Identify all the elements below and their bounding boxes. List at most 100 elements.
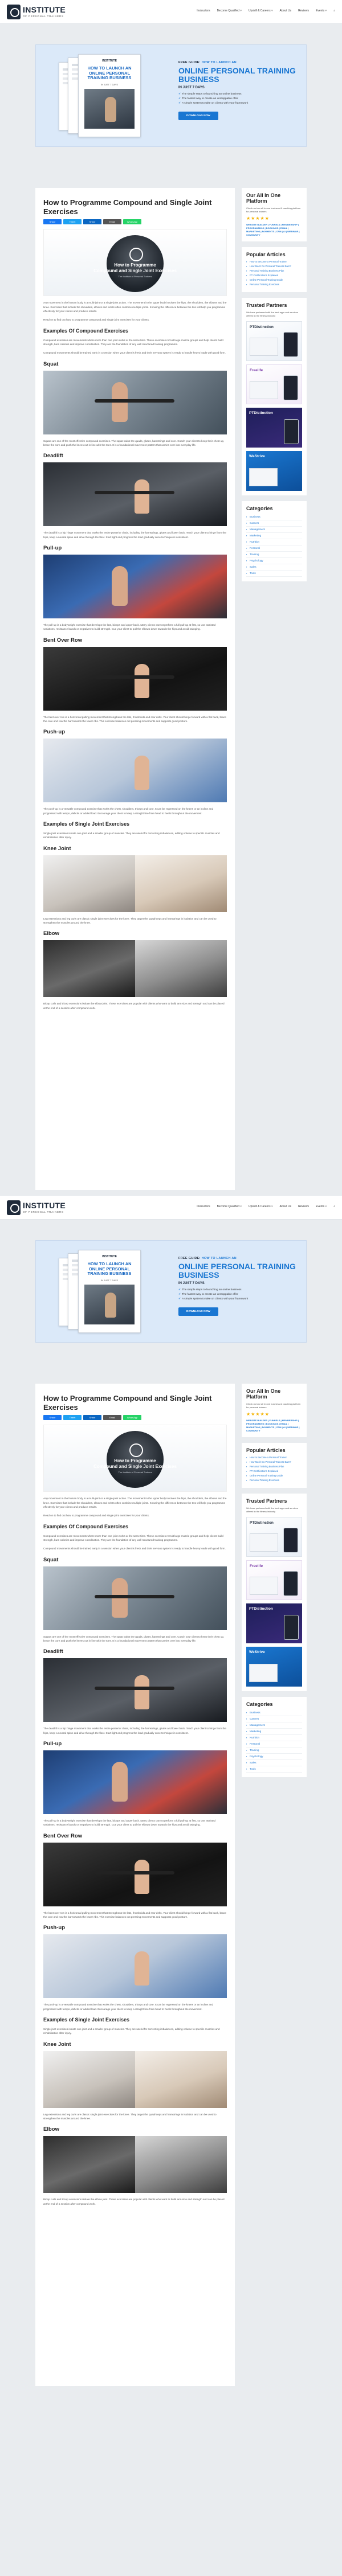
logo-badge-icon <box>7 1200 21 1215</box>
knee-photo-right <box>135 855 227 912</box>
email-share-button[interactable]: Email <box>103 1415 121 1421</box>
partner-ad[interactable]: PTDistinction <box>246 407 302 448</box>
popular-article-link[interactable]: How to Become a Personal Trainer <box>246 1456 302 1459</box>
elbow-photo <box>43 2136 227 2193</box>
nav-item-instructors[interactable]: Instructors <box>197 9 210 13</box>
category-link[interactable]: Psychology <box>246 558 302 564</box>
popular-article-link[interactable]: Personal Training Business Plan <box>246 1465 302 1469</box>
partner-ad[interactable]: WeStrive <box>246 1646 302 1687</box>
popular-article-link[interactable]: Personal Training Exercises <box>246 283 302 286</box>
nav-label: Become Qualified <box>217 1205 240 1208</box>
featured-line: How to Programme <box>114 1458 156 1464</box>
barbell <box>95 1871 174 1874</box>
popular-article-link[interactable]: Online Personal Training Guide <box>246 278 302 282</box>
category-link[interactable]: Tools <box>246 1766 302 1773</box>
download-now-button[interactable]: DOWNLOAD NOW <box>178 112 218 121</box>
linkedin-share-button[interactable]: Share <box>83 1415 101 1421</box>
nav-label: Events <box>315 1205 325 1208</box>
partner-ad[interactable]: PTDistinction <box>246 1516 302 1557</box>
nav-item-reviews[interactable]: Reviews <box>298 1205 309 1208</box>
free-guide-banner[interactable]: INSTITUTE HOW TO LAUNCH AN ONLINE PERSON… <box>35 44 307 147</box>
facebook-share-button[interactable]: Share <box>43 1415 62 1421</box>
category-link[interactable]: Business <box>246 1710 302 1716</box>
popular-article-link[interactable]: PT Certifications Explained <box>246 1470 302 1473</box>
partner-ad[interactable]: WeStrive <box>246 450 302 491</box>
free-guide-banner[interactable]: INSTITUTE HOW TO LAUNCH AN ONLINE PERSON… <box>35 1240 307 1343</box>
partners-text: We have partnered with the best apps and… <box>246 310 298 317</box>
article: How to Programme Compound and Single Joi… <box>35 1384 235 2386</box>
barbell <box>95 1687 174 1691</box>
logo[interactable]: INSTITUTE OF PERSONAL TRAINERS <box>7 3 70 20</box>
nav-item-become-qualified[interactable]: Become Qualified ▾ <box>217 1205 242 1208</box>
nav-item-instructors[interactable]: Instructors <box>197 1205 210 1208</box>
linkedin-share-button[interactable]: Share <box>83 219 101 225</box>
banner-title: ONLINE PERSONAL TRAINING BUSINESS <box>178 1262 296 1280</box>
nav-item-about[interactable]: About Us <box>280 9 292 13</box>
banner-area: INSTITUTE HOW TO LAUNCH AN ONLINE PERSON… <box>0 1220 342 1363</box>
ebook-subtitle: IN JUST 7 DAYS <box>100 83 119 86</box>
logo[interactable]: INSTITUTE OF PERSONAL TRAINERS <box>7 1199 70 1216</box>
category-link[interactable]: Management <box>246 1722 302 1729</box>
category-link[interactable]: Nutrition <box>246 1735 302 1741</box>
nav-item-about[interactable]: About Us <box>280 1205 292 1208</box>
category-link[interactable]: Nutrition <box>246 539 302 545</box>
partner-ad[interactable]: PTDistinction <box>246 1603 302 1643</box>
nav-item-upskill[interactable]: Upskill & Careers ▾ <box>249 1205 273 1208</box>
partner-ad[interactable]: Freelife <box>246 364 302 404</box>
banner-area: INSTITUTE HOW TO LAUNCH AN ONLINE PERSON… <box>0 24 342 167</box>
category-link[interactable]: Sales <box>246 564 302 571</box>
knee-photo <box>43 855 227 912</box>
popular-article-link[interactable]: Personal Training Business Plan <box>246 269 302 273</box>
popular-article-link[interactable]: How Much Do Personal Trainers Earn? <box>246 265 302 268</box>
category-link[interactable]: Psychology <box>246 1754 302 1760</box>
category-link[interactable]: Careers <box>246 1716 302 1722</box>
twitter-share-button[interactable]: Tweet <box>63 1415 82 1421</box>
email-share-button[interactable]: Email <box>103 219 121 225</box>
whatsapp-share-button[interactable]: WhatsApp <box>123 1415 141 1421</box>
article: How to Programme Compound and Single Joi… <box>35 188 235 1190</box>
category-link[interactable]: Training <box>246 552 302 558</box>
nav-item-reviews[interactable]: Reviews <box>298 9 309 13</box>
search-icon[interactable]: ⌕ <box>333 9 335 13</box>
nav-item-events[interactable]: Events ▾ <box>316 1205 327 1208</box>
bullet-text: The simple steps to launching an online … <box>182 1288 242 1291</box>
category-link[interactable]: Management <box>246 527 302 533</box>
category-link[interactable]: Personal <box>246 1741 302 1748</box>
ebook-brand: INSTITUTE <box>102 59 117 63</box>
popular-article-link[interactable]: Online Personal Training Guide <box>246 1474 302 1478</box>
partner-ad[interactable]: Freelife <box>246 1560 302 1600</box>
popular-article-link[interactable]: PT Certifications Explained <box>246 274 302 277</box>
category-link[interactable]: Sales <box>246 1760 302 1766</box>
section-heading-elbow: Elbow <box>43 2126 59 2133</box>
category-link[interactable]: Careers <box>246 520 302 527</box>
category-link[interactable]: Marketing <box>246 1729 302 1735</box>
nav-item-events[interactable]: Events ▾ <box>316 9 327 13</box>
popular-article-link[interactable]: How to Become a Personal Trainer <box>246 260 302 264</box>
nav-item-upskill[interactable]: Upskill & Careers ▾ <box>249 9 273 13</box>
category-link[interactable]: Business <box>246 514 302 520</box>
platform-features-link[interactable]: WEBSITE BUILDER | FUNNELS | MEMBERSHIP |… <box>246 1419 302 1433</box>
row-photo <box>43 1842 227 1906</box>
platform-features-link[interactable]: WEBSITE BUILDER | FUNNELS | MEMBERSHIP |… <box>246 223 302 237</box>
twitter-share-button[interactable]: Tweet <box>63 219 82 225</box>
search-icon[interactable]: ⌕ <box>333 1205 335 1208</box>
category-link[interactable]: Training <box>246 1748 302 1754</box>
knee-photo-left <box>43 855 135 912</box>
category-link[interactable]: Tools <box>246 571 302 577</box>
whatsapp-share-button[interactable]: WhatsApp <box>123 219 141 225</box>
download-now-button[interactable]: DOWNLOAD NOW <box>178 1307 218 1316</box>
facebook-share-button[interactable]: Share <box>43 219 62 225</box>
nav-label: Become Qualified <box>217 9 240 13</box>
article-title: How to Programme Compound and Single Joi… <box>43 1394 212 1412</box>
popular-article-link[interactable]: Personal Training Exercises <box>246 1479 302 1482</box>
nav-item-become-qualified[interactable]: Become Qualified ▾ <box>217 9 242 13</box>
category-link[interactable]: Personal <box>246 545 302 552</box>
category-link[interactable]: Marketing <box>246 533 302 539</box>
featured-line: Compound and Single Joint Exercises <box>93 1464 177 1470</box>
star-rating-icon: ★★★★★ <box>246 1411 270 1417</box>
partner-ad[interactable]: PTDistinction <box>246 321 302 361</box>
partner-name: WeStrive <box>249 454 265 458</box>
popular-article-link[interactable]: How Much Do Personal Trainers Earn? <box>246 1461 302 1464</box>
categories-card: Categories Business Careers Management M… <box>242 1696 307 1777</box>
partner-phone-mockup <box>283 1527 298 1553</box>
